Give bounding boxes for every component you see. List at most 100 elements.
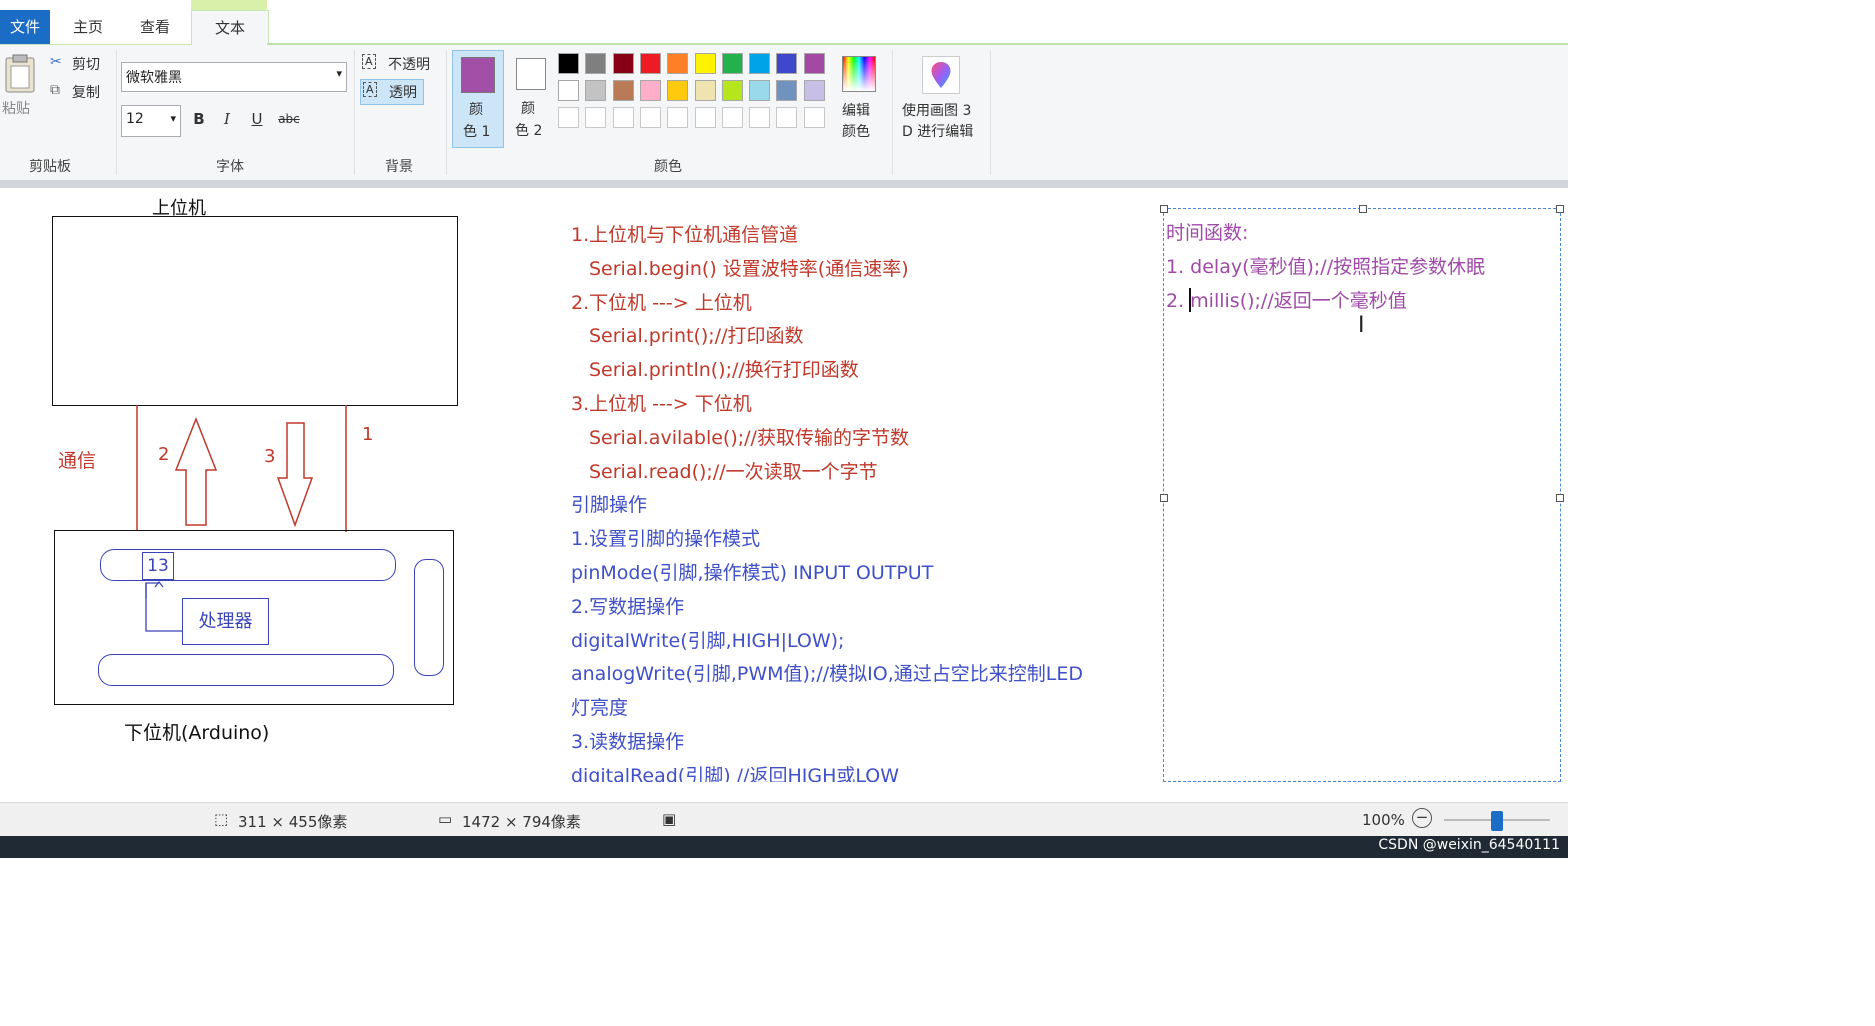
custom-color-slot[interactable] [803, 107, 825, 128]
note-line: Serial.avilable();//获取传输的字节数 [589, 426, 909, 449]
transparent-icon: A [363, 82, 377, 97]
custom-color-slot[interactable] [612, 107, 634, 128]
text-caret [1189, 288, 1191, 312]
palette-swatch[interactable] [721, 80, 743, 101]
paste-button[interactable]: 粘贴 [2, 54, 38, 120]
text-cursor-icon: I [1358, 313, 1365, 338]
clipboard-icon [5, 54, 35, 93]
custom-color-slot[interactable] [694, 107, 716, 128]
palette-swatch[interactable] [694, 53, 716, 74]
note-line: 3.读数据操作 [571, 731, 685, 753]
note-line: 1.设置引脚的操作模式 [571, 528, 761, 551]
palette-swatch[interactable] [639, 80, 661, 101]
scissors-icon: ✂ [50, 54, 62, 70]
color2-swatch [516, 58, 546, 90]
drawing-canvas[interactable]: 上位机 通信 2 3 1 13 处理器 下位机(Arduino) 1.上位机与下… [0, 188, 1568, 782]
custom-color-slot[interactable] [558, 107, 579, 128]
resize-handle[interactable] [1359, 205, 1367, 213]
strikethrough-button[interactable]: abc [276, 108, 302, 130]
resize-handle[interactable] [1160, 205, 1168, 213]
color2-label-line1: 颜 [521, 101, 535, 117]
custom-color-slot[interactable] [749, 107, 771, 128]
palette-swatch[interactable] [667, 80, 689, 101]
palette-swatch[interactable] [612, 53, 634, 74]
note-line: 3.上位机 ---> 下位机 [571, 393, 752, 415]
italic-button[interactable]: I [216, 108, 238, 130]
palette-swatch[interactable] [639, 53, 661, 74]
note-line: 灯亮度 [571, 697, 629, 720]
palette-swatch[interactable] [585, 80, 607, 101]
edit-colors-line2: 颜色 [842, 124, 870, 140]
chevron-down-icon: ▾ [336, 67, 342, 80]
paint3d-icon [931, 62, 951, 88]
palette-swatch[interactable] [612, 80, 634, 101]
tab-text-accent [191, 0, 267, 10]
bold-button[interactable]: B [188, 108, 210, 130]
palette-swatch[interactable] [667, 53, 689, 74]
color1-swatch [461, 57, 495, 93]
note-line: digitalWrite(引脚,HIGH|LOW); [571, 629, 845, 652]
side-connector [414, 559, 444, 676]
palette-swatch[interactable] [776, 80, 798, 101]
custom-color-slot[interactable] [585, 107, 607, 128]
chevron-down-icon: ▾ [170, 112, 176, 125]
custom-color-slot[interactable] [721, 107, 743, 128]
note-line: pinMode(引脚,操作模式) INPUT OUTPUT [571, 562, 934, 584]
resize-handle[interactable] [1556, 205, 1564, 213]
palette-swatch[interactable] [558, 80, 579, 101]
note-line: 1.上位机与下位机通信管道 [571, 224, 799, 246]
color1-button[interactable]: 颜 色 1 [452, 50, 504, 148]
palette-swatch[interactable] [803, 53, 825, 74]
arrow-up-number: 2 [158, 444, 170, 465]
transparent-button[interactable]: A 透明 [360, 79, 424, 105]
copy-button[interactable]: ⧉ 复制 [50, 82, 110, 102]
transparent-label: 透明 [389, 85, 417, 101]
font-family-select[interactable]: 微软雅黑 ▾ [121, 62, 347, 92]
textbox-line2: 2. millis();//返回一个毫秒值 [1166, 290, 1407, 312]
palette-swatch[interactable] [776, 53, 798, 74]
custom-color-slot[interactable] [639, 107, 661, 128]
note-line: Serial.read();//一次读取一个字节 [589, 460, 878, 483]
zoom-slider-thumb[interactable] [1491, 811, 1503, 831]
zoom-level: 100% [1362, 811, 1405, 829]
resize-handle[interactable] [1160, 494, 1168, 502]
font-size-select[interactable]: 12 ▾ [121, 105, 181, 137]
custom-color-slot[interactable] [667, 107, 689, 128]
underline-button[interactable]: U [246, 108, 268, 130]
disk-icon: ▣ [662, 810, 677, 828]
cut-button[interactable]: ✂ 剪切 [50, 54, 110, 74]
tab-text[interactable]: 文本 [191, 10, 269, 45]
opaque-button[interactable]: A 不透明 [362, 53, 440, 75]
edit-colors-button[interactable]: 编辑 颜色 [838, 54, 878, 144]
palette-swatch[interactable] [585, 53, 607, 74]
palette-swatch[interactable] [749, 53, 771, 74]
clipboard-group-label: 剪贴板 [29, 159, 71, 175]
color2-button[interactable]: 颜 色 2 [510, 50, 554, 146]
tab-home[interactable]: 主页 [62, 10, 114, 44]
cut-label: 剪切 [72, 57, 100, 73]
tab-view[interactable]: 查看 [128, 10, 182, 44]
resize-handle[interactable] [1556, 494, 1564, 502]
font-family-value: 微软雅黑 [126, 70, 182, 86]
arrow-down-number: 3 [264, 446, 276, 467]
paint3d-button[interactable]: 使用画图 3 D 进行编辑 [898, 54, 984, 144]
font-group-label: 字体 [216, 159, 244, 175]
tab-file[interactable]: 文件 [0, 10, 50, 44]
palette-swatch[interactable] [803, 80, 825, 101]
color1-label-line2: 色 1 [463, 124, 491, 140]
background-group-label: 背景 [385, 159, 413, 175]
palette-swatch[interactable] [721, 53, 743, 74]
status-bar: ⬚ 311 × 455像素 ▭ 1472 × 794像素 ▣ 100% − [0, 802, 1568, 837]
palette-swatch[interactable] [694, 80, 716, 101]
image-size: 1472 × 794像素 [462, 813, 581, 831]
zoom-out-button[interactable]: − [1412, 808, 1432, 828]
custom-color-slot[interactable] [776, 107, 798, 128]
textbox-line1: 1. delay(毫秒值);//按照指定参数休眠 [1166, 256, 1486, 278]
image-size-icon: ▭ [438, 810, 453, 828]
palette-swatch[interactable] [558, 53, 579, 74]
color-spectrum-icon [842, 56, 876, 92]
group-separator [354, 50, 355, 175]
lower-computer-label: 下位机(Arduino) [124, 722, 270, 744]
palette-swatch[interactable] [749, 80, 771, 101]
note-line: 2.写数据操作 [571, 595, 685, 618]
